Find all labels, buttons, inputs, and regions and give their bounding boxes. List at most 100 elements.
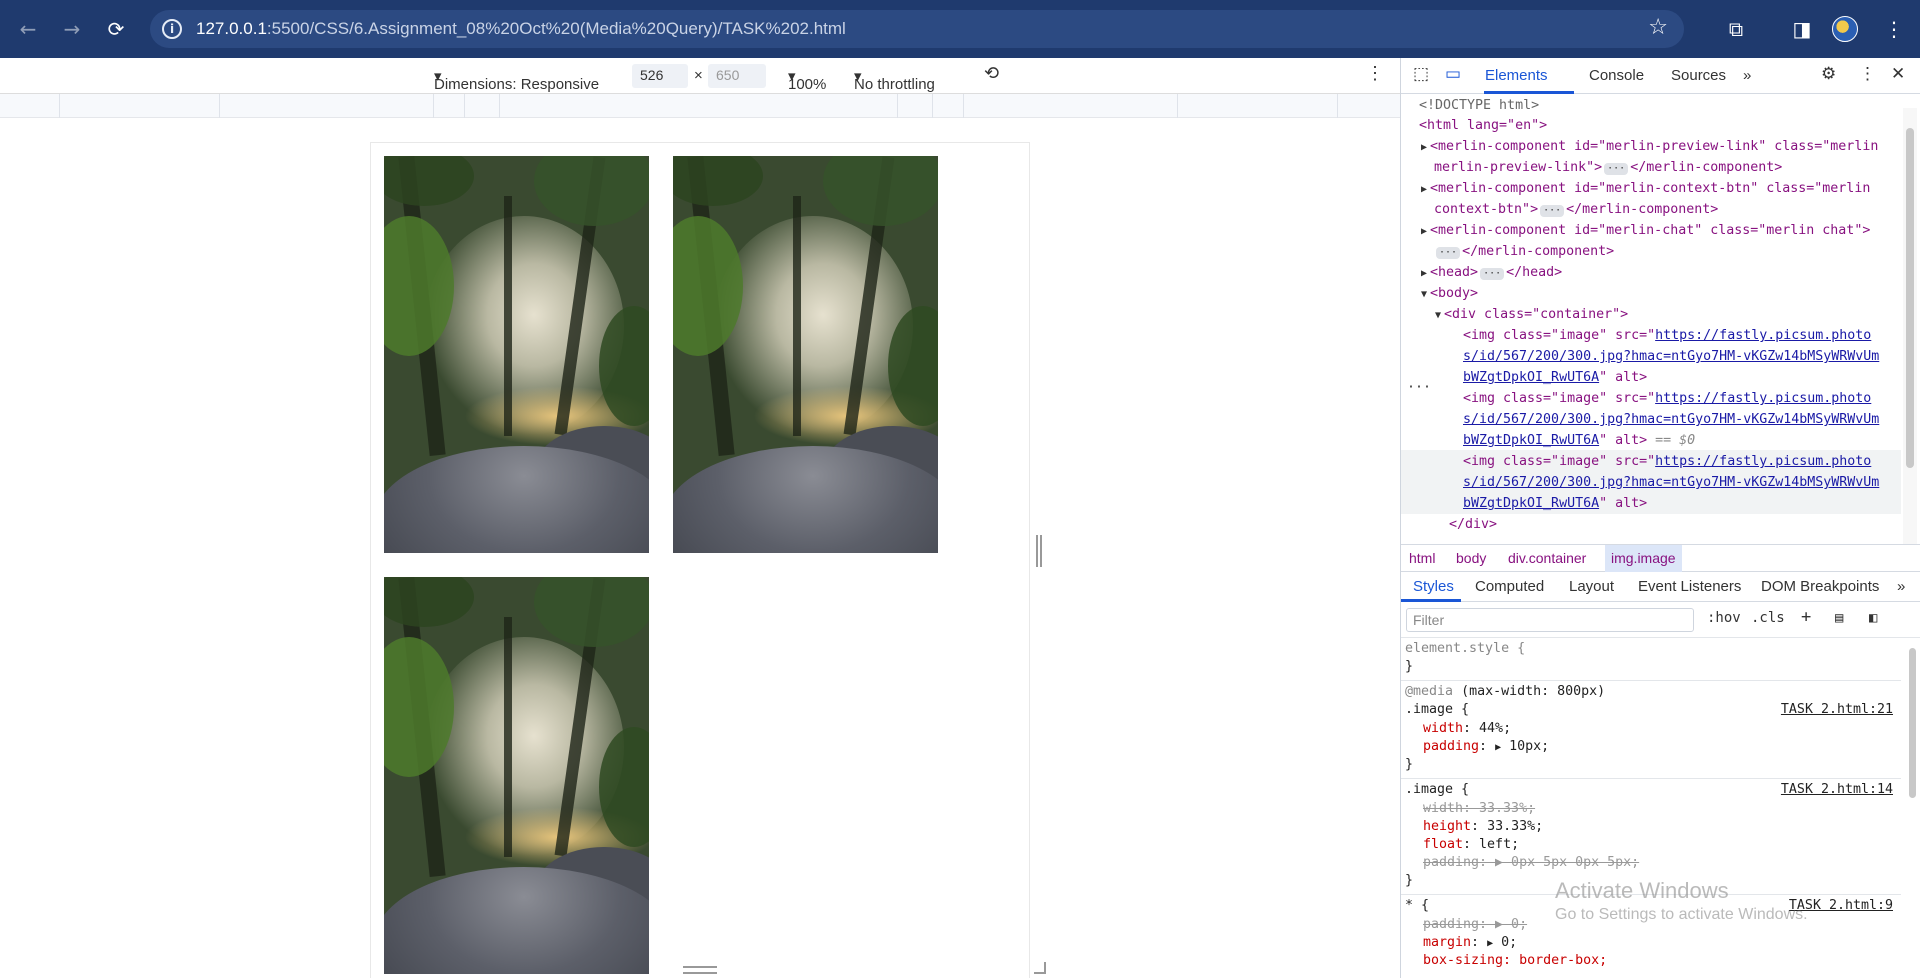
crumb-body[interactable]: body — [1456, 550, 1486, 566]
width-input[interactable]: 526 — [632, 64, 688, 88]
site-info-icon[interactable]: i — [162, 19, 182, 39]
reload-icon[interactable]: ⟳ — [100, 13, 132, 45]
rule2-height[interactable]: height: 33.33%; — [1423, 818, 1543, 836]
doctype-node[interactable]: <!DOCTYPE html> — [1419, 96, 1539, 117]
more-style-tabs-icon[interactable]: » — [1897, 578, 1905, 595]
side-panel-icon[interactable]: ◨ — [1786, 13, 1818, 45]
devtools-panel: ⬚ ▭ Elements Console Sources » ⚙ ⋮ ✕ <!D… — [1400, 58, 1920, 978]
rule2-selector[interactable]: .image { — [1405, 781, 1469, 799]
address-bar[interactable]: i 127.0.0.1:5500/CSS/6.Assignment_08%20O… — [150, 10, 1684, 48]
tab-computed[interactable]: Computed — [1475, 578, 1544, 595]
img-node-3-url[interactable]: s/id/567/200/300.jpg?hmac=ntGyo7HM-vKGZw… — [1463, 473, 1879, 494]
rule3-box-sizing[interactable]: box-sizing: border-box; — [1423, 952, 1607, 970]
element-style-rule[interactable]: element.style { — [1405, 640, 1525, 658]
forest-photo — [384, 577, 649, 974]
devtools-menu-icon[interactable]: ⋮ — [1859, 64, 1876, 84]
img-node-2-url[interactable]: s/id/567/200/300.jpg?hmac=ntGyo7HM-vKGZw… — [1463, 410, 1879, 431]
url-text[interactable]: 127.0.0.1:5500/CSS/6.Assignment_08%20Oct… — [196, 19, 846, 39]
profile-avatar[interactable] — [1832, 16, 1858, 42]
styles-scrollbar[interactable] — [1907, 638, 1917, 838]
emulated-page — [370, 142, 1030, 978]
more-tabs-icon[interactable]: » — [1743, 67, 1751, 84]
tab-event-listeners[interactable]: Event Listeners — [1638, 578, 1741, 595]
rule2-padding-overridden[interactable]: padding: ▶ 0px 5px 0px 5px; — [1423, 854, 1639, 872]
styles-tabbar: Styles Computed Layout Event Listeners D… — [1401, 572, 1920, 602]
styles-pane: element.style { } @media (max-width: 800… — [1401, 638, 1901, 978]
new-rule-icon[interactable]: + — [1801, 607, 1811, 627]
bookmark-star-icon[interactable]: ☆ — [1648, 15, 1668, 40]
rotate-icon[interactable]: ⟲ — [984, 63, 999, 84]
rule3-selector[interactable]: * { — [1405, 897, 1429, 915]
dimensions-dropdown[interactable]: Dimensions: Responsive ▾ — [434, 67, 599, 93]
img-node-2[interactable]: <img class="image" src="https://fastly.p… — [1463, 389, 1871, 410]
filter-input[interactable]: Filter — [1406, 608, 1694, 632]
rule2-source-link[interactable]: TASK 2.html:14 — [1781, 781, 1893, 799]
tab-dom-breakpoints[interactable]: DOM Breakpoints — [1761, 578, 1879, 595]
browser-menu-icon[interactable]: ⋮ — [1878, 13, 1910, 45]
merlin-preview-node[interactable]: ▶ <merlin-component id="merlin-preview-li… — [1421, 137, 1878, 159]
img-node-3-end: bWZgtDpkOI_RwUT6A" alt> — [1463, 496, 1648, 511]
tab-elements[interactable]: Elements — [1485, 67, 1548, 84]
html-node[interactable]: <html lang="en"> — [1419, 116, 1547, 137]
media-query-label: @media (max-width: 800px) — [1405, 684, 1606, 699]
merlin-chat-node-cont: ··· </merlin-component> — [1434, 242, 1614, 263]
tab-layout[interactable]: Layout — [1569, 578, 1614, 595]
settings-gear-icon[interactable]: ⚙ — [1821, 64, 1836, 84]
toggle-sidebar-icon[interactable]: ◧ — [1869, 610, 1877, 626]
merlin-context-node[interactable]: ▶ <merlin-component id="merlin-context-bt… — [1421, 179, 1870, 201]
forest-photo — [673, 156, 938, 553]
img-node-2-end: bWZgtDpkOI_RwUT6A" alt> == $0 — [1463, 433, 1696, 448]
cls-toggle[interactable]: .cls — [1751, 610, 1785, 626]
rule3-margin[interactable]: margin: ▶ 0; — [1423, 934, 1517, 953]
node-actions-icon[interactable]: ··· — [1407, 378, 1431, 399]
rule2-float[interactable]: float: left; — [1423, 836, 1519, 854]
inspect-element-icon[interactable]: ⬚ — [1413, 64, 1429, 84]
forward-icon[interactable]: → — [56, 13, 88, 45]
img-node-3[interactable]: <img class="image" src="https://fastly.p… — [1463, 452, 1871, 473]
rule3-padding-overridden[interactable]: padding: ▶ 0; — [1423, 916, 1527, 934]
crumb-img[interactable]: img.image — [1605, 545, 1682, 572]
paint-brush-icon[interactable]: ▤ — [1835, 610, 1843, 626]
media-query-ruler — [0, 94, 1400, 118]
width-resize-handle[interactable] — [1036, 535, 1042, 567]
head-node[interactable]: ▶ <head> ··· </head> — [1421, 263, 1562, 285]
zoom-dropdown[interactable]: 100% ▾ — [788, 67, 826, 93]
img-node-1-end: bWZgtDpkOI_RwUT6A" alt> — [1463, 370, 1648, 385]
times-icon: × — [694, 67, 703, 84]
crumb-container[interactable]: div.container — [1508, 550, 1586, 566]
dom-scrollbar[interactable] — [1903, 108, 1917, 544]
container-div-node[interactable]: ▼ <div class="container"> — [1435, 305, 1628, 327]
merlin-chat-node[interactable]: ▶ <merlin-component id="merlin-chat" clas… — [1421, 221, 1870, 243]
hov-toggle[interactable]: :hov — [1707, 610, 1741, 626]
rule1-source-link[interactable]: TASK 2.html:21 — [1781, 701, 1893, 719]
device-toolbar: Dimensions: Responsive ▾ 526 × 650 100% … — [0, 58, 1400, 94]
close-devtools-icon[interactable]: ✕ — [1891, 64, 1905, 84]
devtools-tabbar: ⬚ ▭ Elements Console Sources » ⚙ ⋮ ✕ — [1401, 58, 1920, 94]
device-menu-icon[interactable]: ⋮ — [1366, 63, 1384, 84]
corner-resize-handle[interactable] — [1034, 962, 1046, 974]
tab-sources[interactable]: Sources — [1671, 67, 1726, 84]
tab-console[interactable]: Console — [1589, 67, 1644, 84]
img-node-1[interactable]: <img class="image" src="https://fastly.p… — [1463, 326, 1871, 347]
breadcrumb: html body div.container img.image — [1401, 544, 1920, 572]
height-input[interactable]: 650 — [708, 64, 766, 88]
rule2-width-overridden[interactable]: width: 33.33%; — [1423, 800, 1535, 818]
throttling-dropdown[interactable]: No throttling ▾ — [854, 67, 935, 93]
back-icon[interactable]: ← — [12, 13, 44, 45]
rule1-selector[interactable]: .image { — [1405, 701, 1469, 719]
forest-photo — [384, 156, 649, 553]
rule1-width[interactable]: width: 44%; — [1423, 720, 1511, 738]
extensions-icon[interactable]: ⧉ — [1720, 13, 1752, 45]
brace: } — [1405, 873, 1414, 888]
browser-toolbar: ← → ⟳ i 127.0.0.1:5500/CSS/6.Assignment_… — [0, 0, 1920, 58]
tab-styles[interactable]: Styles — [1413, 578, 1454, 595]
img-node-1-url[interactable]: s/id/567/200/300.jpg?hmac=ntGyo7HM-vKGZw… — [1463, 347, 1879, 368]
merlin-context-node-cont: context-btn"> ··· </merlin-component> — [1434, 202, 1719, 217]
device-toggle-icon[interactable]: ▭ — [1445, 64, 1461, 84]
crumb-html[interactable]: html — [1409, 550, 1435, 566]
dom-tree: <!DOCTYPE html> <html lang="en"> ▶ <merli… — [1401, 94, 1901, 540]
div-close-node[interactable]: </div> — [1449, 515, 1497, 536]
body-node[interactable]: ▼ <body> — [1421, 284, 1478, 306]
height-resize-handle[interactable] — [683, 966, 717, 974]
rule1-padding[interactable]: padding: ▶ 10px; — [1423, 738, 1549, 757]
